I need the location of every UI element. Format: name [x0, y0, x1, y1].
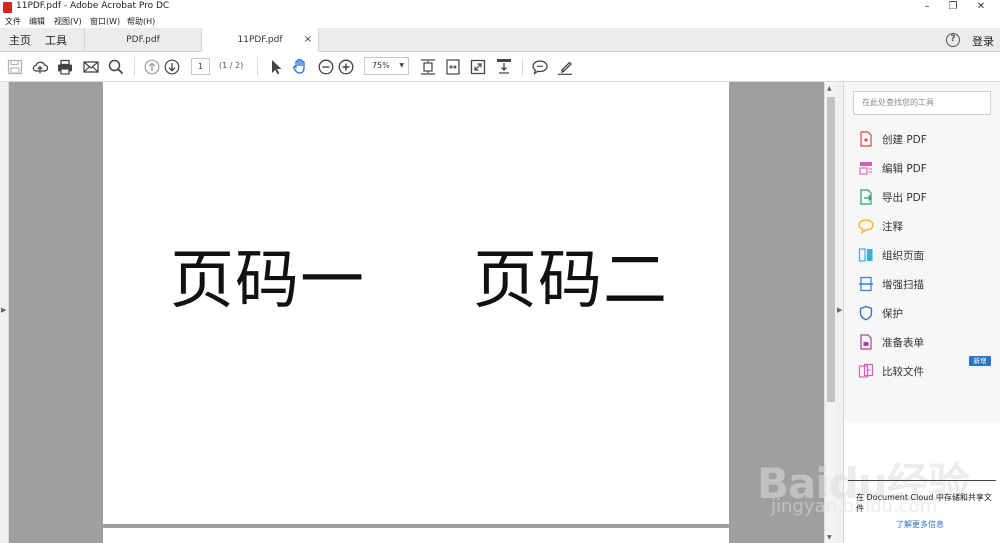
zoom-level-select[interactable]: 75% ▼: [364, 57, 409, 75]
toolbar-separator: [522, 58, 523, 76]
pdf-page-1[interactable]: 页码一 页码二: [103, 82, 729, 524]
scrollbar-thumb[interactable]: [827, 97, 835, 402]
close-tab-icon[interactable]: ×: [304, 28, 312, 52]
window-title: 11PDF.pdf - Adobe Acrobat Pro DC: [16, 1, 170, 11]
scroll-mode-icon[interactable]: [495, 57, 513, 75]
previous-page-icon[interactable]: [143, 58, 161, 76]
restore-button[interactable]: ❐: [940, 0, 966, 15]
close-window-button[interactable]: ✕: [968, 0, 994, 15]
minimize-button[interactable]: –: [914, 0, 940, 15]
toolbar-separator: [134, 58, 135, 76]
edit-pdf-icon: [859, 162, 872, 175]
tool-label: 编辑 PDF: [882, 163, 927, 175]
tool-label: 组织页面: [882, 250, 924, 262]
print-icon[interactable]: [56, 58, 74, 76]
tab-label: PDF.pdf: [126, 35, 160, 45]
menu-window[interactable]: 窗口(W): [90, 16, 120, 27]
page-count: (1 / 2): [219, 61, 244, 70]
export-pdf-icon: [860, 189, 872, 205]
tool-label: 增强扫描: [882, 279, 924, 291]
chevron-right-icon: ▶: [837, 306, 843, 314]
promo-text: 在 Document Cloud 中存储和共享文件: [856, 493, 992, 513]
cloud-upload-icon[interactable]: [31, 58, 49, 76]
toolbar-separator: [257, 58, 258, 76]
select-cursor-icon[interactable]: [267, 58, 285, 76]
tool-label: 比较文件: [882, 366, 924, 378]
compare-files-icon: [858, 363, 874, 378]
menu-edit[interactable]: 编辑: [29, 16, 45, 27]
menu-help[interactable]: 帮助(H): [127, 16, 155, 27]
hand-tool-icon[interactable]: [291, 57, 309, 75]
tool-search-input[interactable]: 在此处查找您的工具: [853, 91, 991, 115]
tool-label: 导出 PDF: [882, 192, 927, 204]
vertical-scrollbar[interactable]: ▲ ▼: [824, 82, 836, 543]
tab-bar: 主页 工具 PDF.pdf 11PDF.pdf × ? 登录: [0, 28, 1000, 53]
tab-label: 11PDF.pdf: [237, 35, 283, 45]
tab-pdf-pdf[interactable]: PDF.pdf: [84, 28, 201, 52]
tab-11pdf-pdf[interactable]: 11PDF.pdf ×: [201, 28, 319, 53]
scroll-up-icon[interactable]: ▲: [827, 85, 832, 92]
help-icon[interactable]: ?: [946, 33, 960, 47]
fit-width-icon[interactable]: [444, 58, 462, 76]
protect-shield-icon: [859, 305, 873, 321]
chevron-right-icon: ▶: [1, 306, 7, 314]
page-text-right: 页码二: [473, 244, 668, 318]
email-icon[interactable]: [82, 58, 100, 76]
tools-nav[interactable]: 工具: [45, 32, 67, 48]
pdf-page-2[interactable]: [103, 528, 729, 543]
chevron-down-icon: ▼: [399, 62, 404, 69]
organize-pages-icon: [858, 248, 873, 262]
login-link[interactable]: 登录: [972, 33, 994, 49]
promo-divider: [848, 480, 996, 481]
tool-label: 创建 PDF: [882, 134, 927, 146]
next-page-icon[interactable]: [163, 58, 181, 76]
zoom-value: 75%: [372, 61, 390, 70]
comment-icon: [858, 219, 874, 234]
zoom-in-icon[interactable]: [337, 58, 355, 76]
tool-label: 准备表单: [882, 337, 924, 349]
right-panel-toggle[interactable]: ▶: [836, 82, 844, 543]
enhance-scan-icon: [859, 276, 873, 292]
title-bar: 11PDF.pdf - Adobe Acrobat Pro DC – ❐ ✕: [0, 0, 1000, 15]
menu-file[interactable]: 文件: [5, 16, 21, 27]
menu-view[interactable]: 视图(V): [54, 16, 82, 27]
page-text-left: 页码一: [170, 244, 365, 318]
acrobat-app-icon: [3, 2, 12, 13]
home-nav[interactable]: 主页: [9, 32, 31, 48]
menu-bar: 文件 编辑 视图(V) 窗口(W) 帮助(H): [0, 15, 1000, 28]
page-number-input[interactable]: 1: [191, 58, 210, 75]
left-panel-toggle[interactable]: ▶: [0, 82, 9, 543]
tool-label: 注释: [882, 221, 903, 233]
search-icon[interactable]: [107, 58, 125, 76]
fullscreen-icon[interactable]: [469, 58, 487, 76]
highlight-icon[interactable]: [556, 58, 574, 76]
zoom-out-icon[interactable]: [317, 58, 335, 76]
fit-page-icon[interactable]: [419, 58, 437, 76]
comment-icon[interactable]: [531, 58, 549, 76]
scroll-down-icon[interactable]: ▼: [827, 534, 832, 541]
create-pdf-icon: [860, 131, 872, 147]
new-badge: 新增: [969, 356, 991, 366]
save-icon[interactable]: [6, 58, 24, 76]
learn-more-link[interactable]: 了解更多信息: [896, 519, 944, 530]
prepare-form-icon: [860, 334, 872, 350]
tools-panel: 在此处查找您的工具 创建 PDF 编辑 PDF 导出 PDF 注释 组织页面 增…: [844, 82, 1000, 543]
tool-label: 保护: [882, 308, 903, 320]
